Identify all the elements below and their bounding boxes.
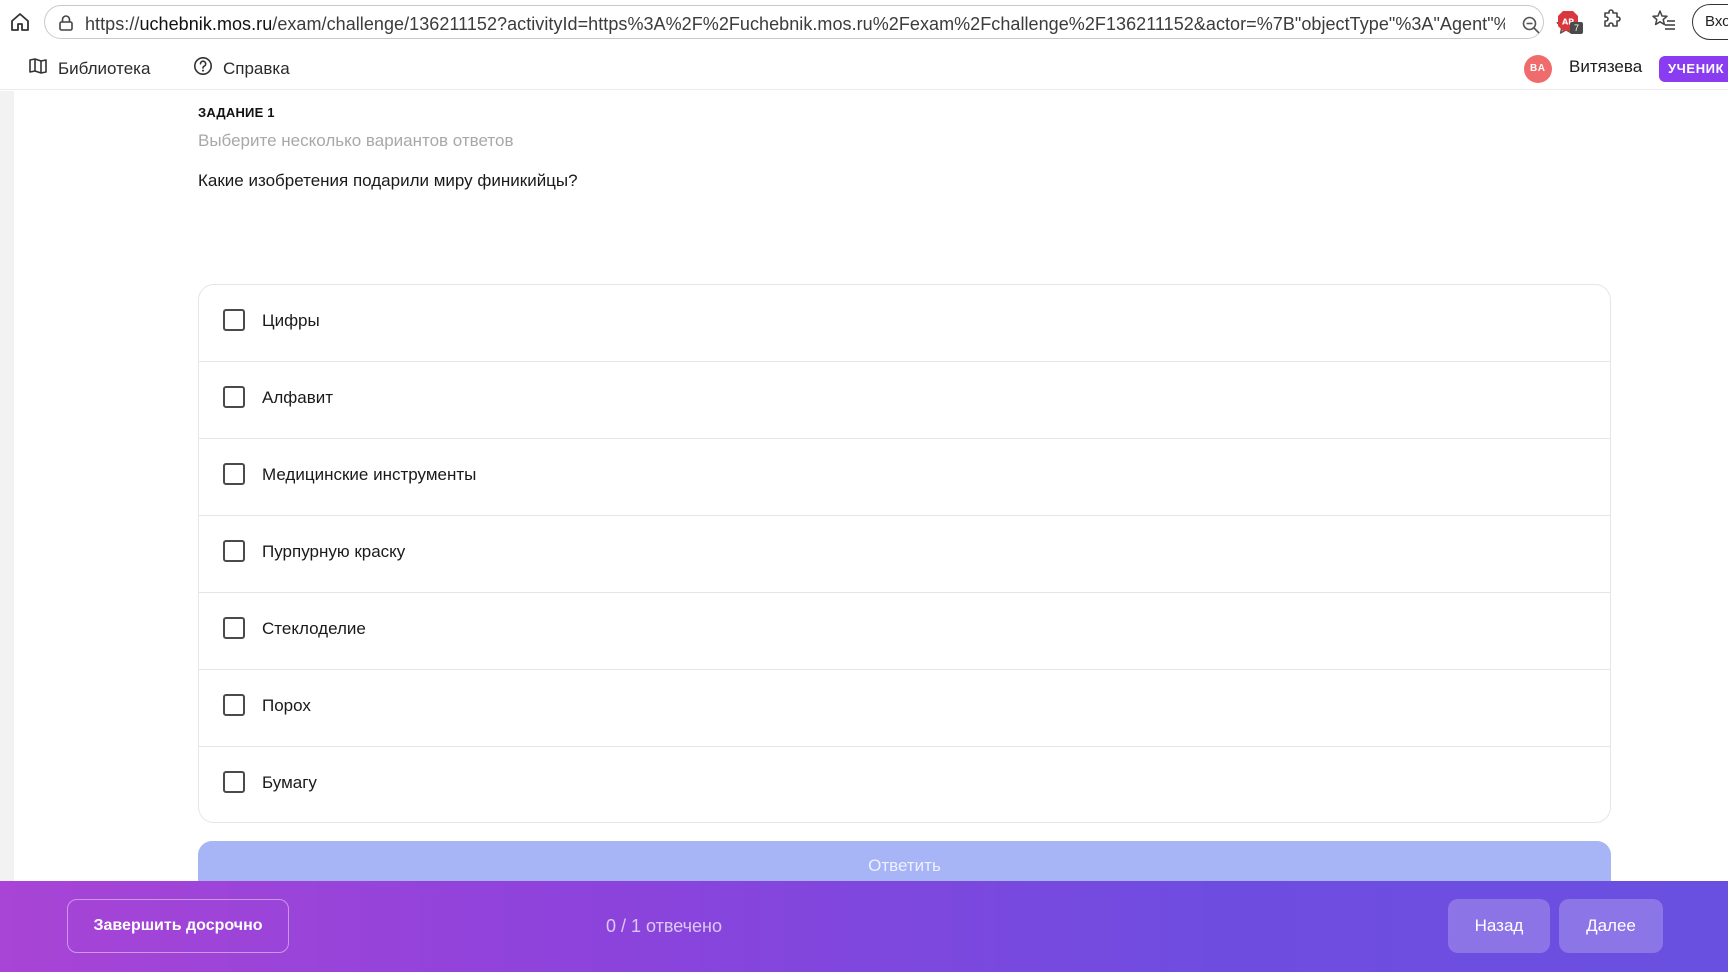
nav-help-label: Справка (223, 58, 290, 78)
home-icon[interactable] (6, 8, 34, 36)
help-circle-icon (193, 56, 213, 81)
option-checkbox[interactable] (223, 386, 245, 408)
role-badge: УЧЕНИК (1659, 56, 1728, 82)
zoom-out-icon[interactable] (1521, 15, 1541, 40)
browser-toolbar: https://uchebnik.mos.ru/exam/challenge/1… (0, 0, 1728, 44)
answer-option[interactable]: Медицинские инструменты (199, 439, 1610, 516)
answered-progress: 0 / 1 отвечено (606, 916, 722, 936)
option-checkbox[interactable] (223, 309, 245, 331)
answer-option[interactable]: Бумагу (199, 747, 1610, 822)
lock-icon[interactable] (57, 14, 75, 37)
next-button[interactable]: Далее (1559, 899, 1663, 953)
answer-options-list: Цифры Алфавит Медицинские инструменты Пу… (198, 284, 1611, 823)
address-bar[interactable]: https://uchebnik.mos.ru/exam/challenge/1… (44, 5, 1576, 40)
left-gutter (0, 91, 14, 881)
answer-option[interactable]: Алфавит (199, 362, 1610, 439)
favorites-list-icon[interactable] (1652, 8, 1676, 37)
finish-early-button[interactable]: Завершить досрочно (67, 899, 289, 953)
user-name[interactable]: Витязева (1569, 57, 1642, 77)
avatar[interactable]: ВА (1524, 55, 1552, 83)
site-header: Библиотека Справка ВА Витязева УЧЕНИК (0, 46, 1728, 90)
answer-option[interactable]: Стеклоделие (199, 593, 1610, 670)
nav-library-label: Библиотека (58, 58, 151, 78)
task-number: ЗАДАНИЕ 1 (198, 105, 275, 120)
option-label: Порох (262, 696, 311, 715)
answer-option[interactable]: Пурпурную краску (199, 516, 1610, 593)
nav-library[interactable]: Библиотека (28, 56, 150, 81)
option-checkbox[interactable] (223, 771, 245, 793)
book-icon (28, 56, 48, 81)
task-hint: Выберите несколько вариантов ответов (198, 131, 514, 150)
bottom-action-bar: Завершить досрочно 0 / 1 отвечено Назад … (0, 881, 1728, 972)
answer-option[interactable]: Порох (199, 670, 1610, 747)
option-label: Бумагу (262, 773, 317, 792)
option-label: Пурпурную краску (262, 542, 406, 561)
extensions-puzzle-icon[interactable] (1600, 8, 1624, 37)
answer-option[interactable]: Цифры (199, 285, 1610, 362)
option-label: Медицинские инструменты (262, 465, 477, 484)
option-label: Стеклоделие (262, 619, 366, 638)
option-checkbox[interactable] (223, 463, 245, 485)
option-checkbox[interactable] (223, 540, 245, 562)
nav-help[interactable]: Справка (193, 56, 290, 81)
url-text[interactable]: https://uchebnik.mos.ru/exam/challenge/1… (85, 14, 1505, 35)
option-checkbox[interactable] (223, 694, 245, 716)
option-checkbox[interactable] (223, 617, 245, 639)
option-label: Цифры (262, 311, 320, 330)
option-label: Алфавит (262, 388, 334, 407)
question-text: Какие изобретения подарили миру финикийц… (198, 171, 578, 190)
extension-badge: 7 (1570, 22, 1583, 34)
browser-login-button[interactable]: Вход (1692, 4, 1728, 40)
back-button[interactable]: Назад (1448, 899, 1550, 953)
